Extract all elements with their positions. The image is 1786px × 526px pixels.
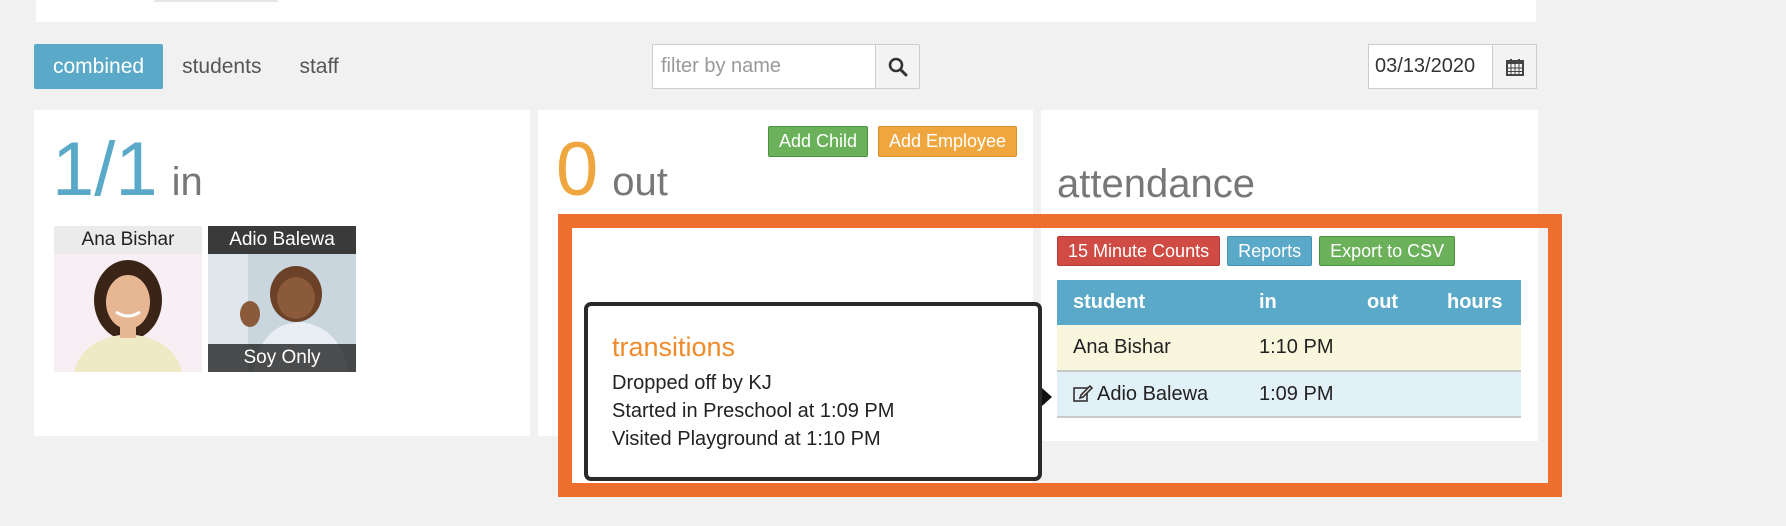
date-input[interactable]: [1368, 44, 1492, 89]
tab-combined[interactable]: combined: [34, 44, 164, 89]
add-employee-button[interactable]: Add Employee: [878, 126, 1018, 157]
filter-group: [652, 44, 920, 89]
filter-name-input[interactable]: [652, 44, 875, 89]
person-name: Adio Balewa: [208, 226, 356, 254]
person-photo: [54, 254, 202, 372]
popover-line: Started in Preschool at 1:09 PM: [612, 400, 895, 422]
calendar-button[interactable]: [1492, 44, 1537, 89]
tab-staff[interactable]: staff: [280, 44, 357, 89]
person-card-ana-bishar[interactable]: Ana Bishar: [54, 226, 202, 372]
tab-students[interactable]: students: [163, 44, 280, 89]
add-child-button[interactable]: Add Child: [768, 126, 869, 157]
search-button[interactable]: [875, 44, 920, 89]
out-count-heading: 0 out: [556, 132, 668, 208]
out-count: 0: [556, 127, 599, 212]
transitions-popover: transitions Dropped off by KJ Started in…: [584, 302, 1052, 481]
search-icon: [888, 57, 907, 76]
top-panel-strip: [36, 0, 1536, 22]
date-picker: [1368, 44, 1537, 89]
in-count: 1/1: [52, 127, 158, 212]
popover-arrow: [1042, 388, 1052, 406]
person-card-adio-balewa[interactable]: Adio Balewa Soy Only: [208, 226, 356, 372]
popover-title: transitions: [612, 332, 736, 362]
attendance-title: attendance: [1057, 162, 1255, 206]
popover-line: Visited Playground at 1:10 PM: [612, 428, 881, 450]
out-label: out: [612, 160, 668, 204]
dietary-tag: Soy Only: [208, 344, 356, 372]
top-divider: [154, 0, 278, 2]
popover-line: Dropped off by KJ: [612, 372, 772, 394]
view-tabs: combined students staff: [34, 44, 358, 89]
person-name: Ana Bishar: [54, 226, 202, 254]
in-count-heading: 1/1 in: [52, 132, 203, 208]
in-label: in: [171, 160, 203, 204]
calendar-icon: [1505, 58, 1524, 76]
checked-in-panel: 1/1 in Ana Bishar Adio Balewa Soy Only: [34, 110, 530, 436]
